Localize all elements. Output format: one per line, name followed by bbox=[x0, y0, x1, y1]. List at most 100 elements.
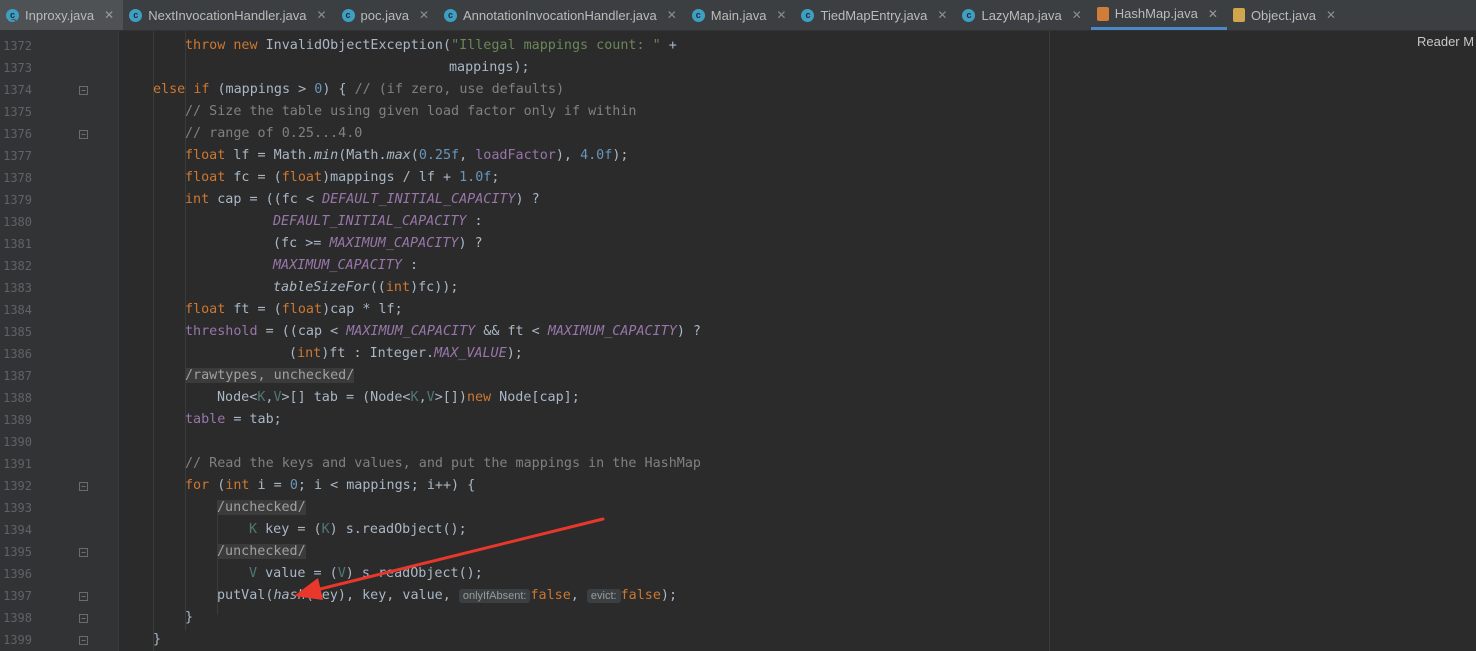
tab-annotationinvocationhandler[interactable]: c AnnotationInvocationHandler.java ✕ bbox=[438, 0, 686, 30]
fold-toggle-icon[interactable]: − bbox=[79, 614, 88, 623]
tab-label: Main.java bbox=[710, 7, 767, 23]
close-icon[interactable]: ✕ bbox=[937, 8, 947, 22]
code-line-1380: DEFAULT_INITIAL_CAPACITY : bbox=[273, 214, 483, 229]
line-number: 1373 bbox=[3, 61, 32, 75]
code-line-1379: int cap = ((fc < DEFAULT_INITIAL_CAPACIT… bbox=[185, 192, 540, 207]
code-line-1389: table = tab; bbox=[185, 412, 282, 427]
tab-object[interactable]: Object.java ✕ bbox=[1227, 0, 1345, 30]
close-icon[interactable]: ✕ bbox=[1072, 8, 1082, 22]
line-number: 1389 bbox=[3, 413, 32, 427]
line-number: 1378 bbox=[3, 171, 32, 185]
line-number: 1377 bbox=[3, 149, 32, 163]
line-number: 1398 bbox=[3, 611, 32, 625]
tab-hashmap[interactable]: HashMap.java ✕ bbox=[1090, 0, 1227, 30]
tab-label: Inproxy.java bbox=[25, 7, 95, 23]
code-line-1392: for (int i = 0; i < mappings; i++) { bbox=[185, 478, 476, 493]
close-icon[interactable]: ✕ bbox=[667, 8, 677, 22]
tab-tiedmapentry[interactable]: c TiedMapEntry.java ✕ bbox=[795, 0, 956, 30]
indent-guide bbox=[153, 31, 154, 651]
fold-toggle-icon[interactable]: − bbox=[79, 86, 88, 95]
line-number: 1384 bbox=[3, 303, 32, 317]
line-number: 1371 bbox=[3, 17, 32, 31]
code-line-1373: mappings); bbox=[449, 60, 530, 75]
editor-tab-bar: c Inproxy.java ✕ c NextInvocationHandler… bbox=[0, 0, 1476, 31]
code-line-1397: putVal(hash(key), key, value, onlyIfAbse… bbox=[217, 588, 678, 603]
fold-toggle-icon[interactable]: − bbox=[79, 482, 88, 491]
java-class-icon: c bbox=[444, 8, 458, 22]
code-line-1378: float fc = (float)mappings / lf + 1.0f; bbox=[185, 170, 500, 185]
close-icon[interactable]: ✕ bbox=[316, 8, 326, 22]
fold-toggle-icon[interactable]: − bbox=[79, 130, 88, 139]
code-line-1383: tableSizeFor((int)fc)); bbox=[273, 280, 459, 295]
line-number: 1393 bbox=[3, 501, 32, 515]
line-number: 1392 bbox=[3, 479, 32, 493]
tab-main[interactable]: c Main.java ✕ bbox=[686, 0, 796, 30]
tab-label: poc.java bbox=[360, 7, 409, 23]
line-number: 1395 bbox=[3, 545, 32, 559]
line-number: 1385 bbox=[3, 325, 32, 339]
java-class-icon: c bbox=[691, 8, 705, 22]
fold-toggle-icon[interactable]: − bbox=[79, 592, 88, 601]
close-icon[interactable]: ✕ bbox=[104, 8, 114, 22]
tab-label: AnnotationInvocationHandler.java bbox=[463, 7, 657, 23]
close-icon[interactable]: ✕ bbox=[1208, 7, 1218, 21]
line-number: 1391 bbox=[3, 457, 32, 471]
line-number: 1396 bbox=[3, 567, 32, 581]
code-line-1395: /unchecked/ bbox=[217, 541, 306, 563]
code-line-1375: // Size the table using given load facto… bbox=[185, 104, 637, 119]
code-line-1382: MAXIMUM_CAPACITY : bbox=[273, 258, 419, 273]
tab-label: LazyMap.java bbox=[981, 7, 1062, 23]
java-class-icon: c bbox=[801, 8, 815, 22]
line-number: 1390 bbox=[3, 435, 32, 449]
close-icon[interactable]: ✕ bbox=[419, 8, 429, 22]
line-number: 1375 bbox=[3, 105, 32, 119]
suppress-warnings-annotation[interactable]: /rawtypes, unchecked/ bbox=[185, 368, 355, 383]
line-number: 1386 bbox=[3, 347, 32, 361]
parameter-hint: evict: bbox=[586, 589, 621, 603]
java-file-icon bbox=[1096, 6, 1109, 21]
line-number: 1376 bbox=[3, 127, 32, 141]
line-number: 1374 bbox=[3, 83, 32, 97]
code-editor[interactable]: if (mappings < 0) throw new InvalidObjec… bbox=[119, 31, 1049, 651]
unchecked-annotation[interactable]: /unchecked/ bbox=[217, 500, 306, 515]
line-number: 1399 bbox=[3, 633, 32, 647]
code-line-1376: // range of 0.25...4.0 bbox=[185, 126, 363, 141]
tab-label: TiedMapEntry.java bbox=[820, 7, 928, 23]
code-line-1394: K key = (K) s.readObject(); bbox=[249, 522, 467, 537]
java-class-icon: c bbox=[129, 8, 143, 22]
right-margin-guide bbox=[1049, 31, 1050, 651]
code-line-1387: /rawtypes, unchecked/ bbox=[185, 365, 355, 387]
java-file-icon bbox=[1232, 8, 1245, 22]
line-number: 1380 bbox=[3, 215, 32, 229]
code-line-1399: } bbox=[153, 632, 162, 647]
unchecked-annotation[interactable]: /unchecked/ bbox=[217, 544, 306, 559]
code-line-1398: } bbox=[185, 610, 194, 625]
line-number: 1381 bbox=[3, 237, 32, 251]
line-number: 1397 bbox=[3, 589, 32, 603]
code-line-1388: Node<K,V>[] tab = (Node<K,V>[])new Node[… bbox=[217, 390, 580, 405]
tab-nextinvocationhandler[interactable]: c NextInvocationHandler.java ✕ bbox=[123, 0, 335, 30]
reader-mode-button[interactable]: Reader M bbox=[1417, 34, 1474, 49]
code-line-1386: (int)ft : Integer.MAX_VALUE); bbox=[289, 346, 523, 361]
close-icon[interactable]: ✕ bbox=[1326, 8, 1336, 22]
code-line-1384: float ft = (float)cap * lf; bbox=[185, 302, 403, 317]
code-line-1381: (fc >= MAXIMUM_CAPACITY) ? bbox=[273, 236, 483, 251]
tab-label: HashMap.java bbox=[1114, 6, 1198, 21]
line-number-gutter[interactable]: 1371 1372 1373 1374 1375 1376 1377 1378 … bbox=[0, 17, 119, 651]
line-number: 1383 bbox=[3, 281, 32, 295]
line-number: 1388 bbox=[3, 391, 32, 405]
line-number: 1372 bbox=[3, 39, 32, 53]
tab-lazymap[interactable]: c LazyMap.java ✕ bbox=[956, 0, 1090, 30]
line-number: 1387 bbox=[3, 369, 32, 383]
tab-poc[interactable]: c poc.java ✕ bbox=[336, 0, 438, 30]
line-number: 1394 bbox=[3, 523, 32, 537]
parameter-hint: onlyIfAbsent: bbox=[458, 589, 531, 603]
close-icon[interactable]: ✕ bbox=[776, 8, 786, 22]
line-number: 1382 bbox=[3, 259, 32, 273]
code-line-1377: float lf = Math.min(Math.max(0.25f, load… bbox=[185, 148, 629, 163]
line-number: 1379 bbox=[3, 193, 32, 207]
fold-toggle-icon[interactable]: − bbox=[79, 636, 88, 645]
fold-toggle-icon[interactable]: − bbox=[79, 548, 88, 557]
tab-label: NextInvocationHandler.java bbox=[148, 7, 307, 23]
code-line-1393: /unchecked/ bbox=[217, 497, 306, 519]
